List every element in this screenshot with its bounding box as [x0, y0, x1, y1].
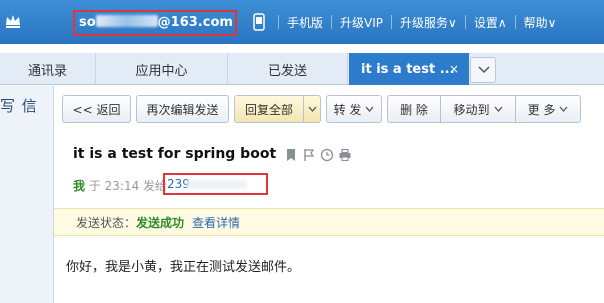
view-details-link[interactable]: 查看详情	[192, 216, 240, 230]
email-prefix: so	[79, 15, 96, 30]
move-to-button[interactable]: 移动到	[440, 95, 515, 123]
subject-actions	[284, 147, 356, 162]
chevron-down-icon	[494, 106, 502, 112]
back-button[interactable]: << 返回	[62, 95, 131, 123]
chevron-down-icon	[559, 106, 568, 112]
forward-label: 转 发	[333, 102, 362, 117]
tab-app-center[interactable]: 应用中心	[96, 53, 228, 85]
print-icon[interactable]	[338, 147, 352, 162]
nav-divider	[391, 15, 393, 29]
move-to-label: 移动到	[453, 102, 490, 117]
sent-time: 于 23:14 发给	[88, 179, 168, 193]
sender-label[interactable]: 我	[73, 179, 85, 193]
recipient-redaction	[187, 180, 247, 189]
more-button[interactable]: 更 多	[515, 95, 581, 123]
tab-bar: 通讯录 应用中心 已发送 it is a test ... ×	[0, 53, 604, 85]
close-icon[interactable]: ×	[449, 62, 459, 76]
nav-divider	[278, 15, 279, 29]
nav-mobile-version[interactable]: 手机版	[287, 14, 323, 31]
tab-current-message-label: it is a test ...	[361, 61, 455, 77]
message-subject: it is a test for spring boot	[73, 146, 277, 162]
top-bar: so @163.com 手机版 升级VIP 升级服务∨ 设置∧ 帮助∨	[0, 0, 604, 44]
forward-button[interactable]: 转 发	[326, 95, 382, 123]
tab-list-dropdown[interactable]	[470, 57, 496, 83]
delete-button[interactable]: 删 除	[387, 95, 440, 123]
status-value: 发送成功	[136, 216, 185, 230]
nav-settings[interactable]: 设置∧	[474, 14, 507, 31]
top-nav: 手机版 升级VIP 升级服务∨ 设置∧ 帮助∨	[270, 0, 556, 44]
clock-icon[interactable]	[320, 147, 334, 162]
mobile-phone-icon[interactable]	[252, 13, 266, 31]
left-sidebar: 写 信	[0, 86, 54, 303]
send-status-bar: 发送状态：发送成功 查看详情	[54, 208, 604, 236]
nav-divider	[514, 15, 516, 29]
message-toolbar: << 返回 再次编辑发送 回复全部 转 发 删 除 移动到 更 多	[62, 95, 586, 123]
tab-sent[interactable]: 已发送	[228, 53, 348, 85]
email-redaction	[95, 15, 158, 27]
chevron-down-icon	[308, 106, 316, 112]
message-meta: 我 于 23:14 发给	[73, 177, 167, 194]
crown-icon	[6, 15, 20, 28]
compose-button[interactable]: 写 信	[0, 95, 38, 116]
nav-upgrade-service[interactable]: 升级服务∨	[400, 14, 457, 31]
bookmark-icon[interactable]	[284, 147, 298, 161]
tab-contacts[interactable]: 通讯录	[0, 53, 96, 85]
reply-all-dropdown[interactable]	[303, 95, 321, 123]
nav-divider	[464, 15, 466, 29]
chevron-down-icon	[478, 66, 490, 74]
email-domain: @163.com	[157, 15, 233, 30]
flag-icon[interactable]	[302, 147, 316, 161]
reedit-send-button[interactable]: 再次编辑发送	[136, 95, 229, 123]
reply-all-button[interactable]: 回复全部	[234, 95, 303, 123]
account-email[interactable]: so @163.com	[73, 10, 237, 36]
nav-help[interactable]: 帮助∨	[524, 14, 557, 31]
nav-divider	[331, 15, 333, 29]
chevron-down-icon	[365, 106, 374, 112]
status-label: 发送状态：	[76, 216, 137, 230]
nav-upgrade-vip[interactable]: 升级VIP	[340, 14, 383, 31]
more-label: 更 多	[527, 102, 556, 117]
recipient-highlight[interactable]: 239	[163, 173, 268, 195]
tab-current-message[interactable]: it is a test ... ×	[349, 53, 469, 85]
message-body: 你好，我是小黄，我正在测试发送邮件。	[66, 260, 301, 275]
